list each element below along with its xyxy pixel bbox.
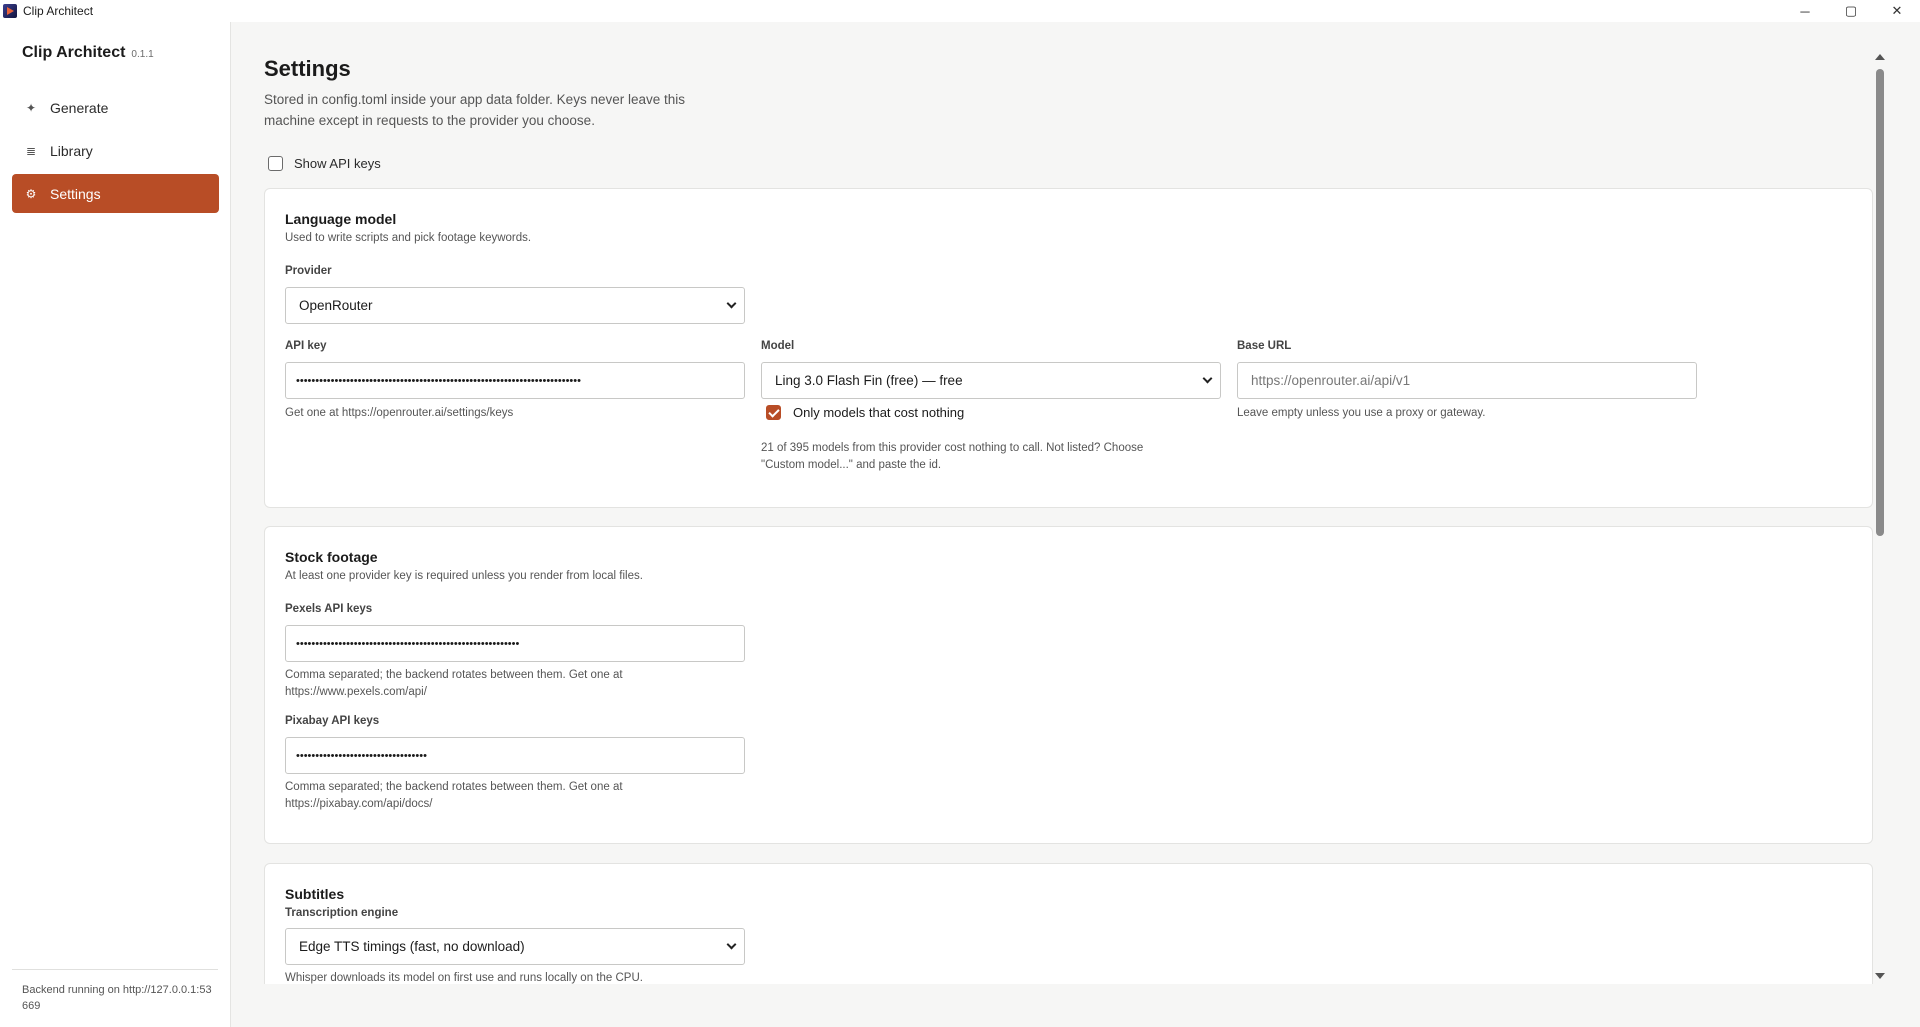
sidebar-item-generate[interactable]: ✦ Generate — [12, 88, 219, 127]
pixabay-value: •••••••••••••••••••••••••••••••••• — [296, 749, 427, 762]
backend-status: Backend running on http://127.0.0.1:5366… — [22, 984, 212, 1012]
transcription-engine-label: Transcription engine — [285, 907, 399, 919]
base-url-label: Base URL — [1237, 340, 1292, 352]
base-url-placeholder: https://openrouter.ai/api/v1 — [1251, 373, 1411, 388]
card-title: Stock footage — [285, 549, 378, 565]
api-key-hint: Get one at https://openrouter.ai/setting… — [285, 407, 514, 419]
chevron-down-icon — [726, 939, 737, 950]
settings-page: Settings Stored in config.toml inside yo… — [232, 22, 1888, 984]
provider-label: Provider — [285, 265, 332, 277]
stock-footage-card: Stock footage At least one provider key … — [264, 526, 1873, 844]
sidebar-item-settings[interactable]: ⚙ Settings — [12, 174, 219, 213]
free-models-toggle[interactable]: Only models that cost nothing — [766, 405, 964, 420]
sidebar: Clip Architect 0.1.1 ✦ Generate ≣ Librar… — [0, 22, 231, 1027]
free-models-label: Only models that cost nothing — [793, 405, 965, 420]
scroll-up-icon[interactable] — [1875, 54, 1885, 60]
card-description: Used to write scripts and pick footage k… — [285, 232, 532, 244]
gear-icon: ⚙ — [25, 186, 37, 201]
chevron-down-icon — [1202, 373, 1213, 384]
sidebar-item-library[interactable]: ≣ Library — [12, 131, 219, 170]
provider-select[interactable]: OpenRouter — [285, 287, 745, 324]
scrollbar-thumb[interactable] — [1876, 69, 1884, 536]
title-bar: Clip Architect ─ ▢ ✕ — [0, 0, 1920, 22]
sidebar-item-label: Library — [50, 142, 93, 159]
pixabay-label: Pixabay API keys — [285, 715, 380, 727]
pexels-input[interactable]: ••••••••••••••••••••••••••••••••••••••••… — [285, 625, 745, 662]
base-url-hint: Leave empty unless you use a proxy or ga… — [1237, 407, 1486, 419]
minimize-button[interactable]: ─ — [1782, 0, 1828, 22]
card-title: Language model — [285, 211, 397, 227]
chevron-down-icon — [726, 298, 737, 309]
transcription-engine-hint: Whisper downloads its model on first use… — [285, 972, 643, 984]
page-description: Stored in config.toml inside your app da… — [264, 92, 685, 128]
window-controls: ─ ▢ ✕ — [1782, 0, 1920, 22]
free-models-checkbox[interactable] — [766, 405, 781, 420]
show-api-keys-checkbox[interactable] — [268, 156, 283, 171]
api-key-input[interactable]: ••••••••••••••••••••••••••••••••••••••••… — [285, 362, 745, 399]
window-title: Clip Architect — [23, 4, 94, 18]
model-label: Model — [761, 340, 795, 352]
show-api-keys-toggle[interactable]: Show API keys — [268, 156, 381, 171]
sidebar-item-label: Settings — [50, 185, 101, 202]
pixabay-hint: Comma separated; the backend rotates bet… — [285, 781, 623, 810]
scroll-down-icon[interactable] — [1875, 973, 1885, 979]
provider-value: OpenRouter — [299, 298, 373, 313]
sidebar-nav: ✦ Generate ≣ Library ⚙ Settings — [12, 88, 219, 217]
model-select[interactable]: Ling 3.0 Flash Fin (free) — free — [761, 362, 1221, 399]
list-icon: ≣ — [25, 143, 37, 158]
subtitles-card: Subtitles Transcription engine Edge TTS … — [264, 863, 1873, 984]
maximize-button[interactable]: ▢ — [1828, 0, 1874, 22]
base-url-input[interactable]: https://openrouter.ai/api/v1 — [1237, 362, 1697, 399]
api-key-label: API key — [285, 340, 327, 352]
pexels-label: Pexels API keys — [285, 603, 373, 615]
sidebar-divider — [12, 969, 218, 970]
model-hint: 21 of 395 models from this provider cost… — [761, 442, 1144, 471]
app-logo-icon — [3, 4, 17, 18]
brand: Clip Architect 0.1.1 — [22, 44, 154, 62]
transcription-engine-select[interactable]: Edge TTS timings (fast, no download) — [285, 928, 745, 965]
card-description: At least one provider key is required un… — [285, 570, 643, 582]
pexels-value: ••••••••••••••••••••••••••••••••••••••••… — [296, 637, 520, 650]
app-name: Clip Architect — [22, 44, 126, 61]
pixabay-input[interactable]: •••••••••••••••••••••••••••••••••• — [285, 737, 745, 774]
sparkle-icon: ✦ — [25, 100, 37, 115]
close-button[interactable]: ✕ — [1874, 0, 1920, 22]
model-value: Ling 3.0 Flash Fin (free) — free — [775, 373, 963, 388]
pexels-hint: Comma separated; the backend rotates bet… — [285, 669, 623, 698]
app-version: 0.1.1 — [131, 49, 154, 60]
show-api-keys-label: Show API keys — [294, 156, 381, 171]
language-model-card: Language model Used to write scripts and… — [264, 188, 1873, 508]
card-title: Subtitles — [285, 886, 345, 902]
sidebar-item-label: Generate — [50, 99, 109, 116]
transcription-engine-value: Edge TTS timings (fast, no download) — [299, 939, 525, 954]
page-title: Settings — [264, 56, 351, 81]
api-key-value: ••••••••••••••••••••••••••••••••••••••••… — [296, 374, 581, 387]
